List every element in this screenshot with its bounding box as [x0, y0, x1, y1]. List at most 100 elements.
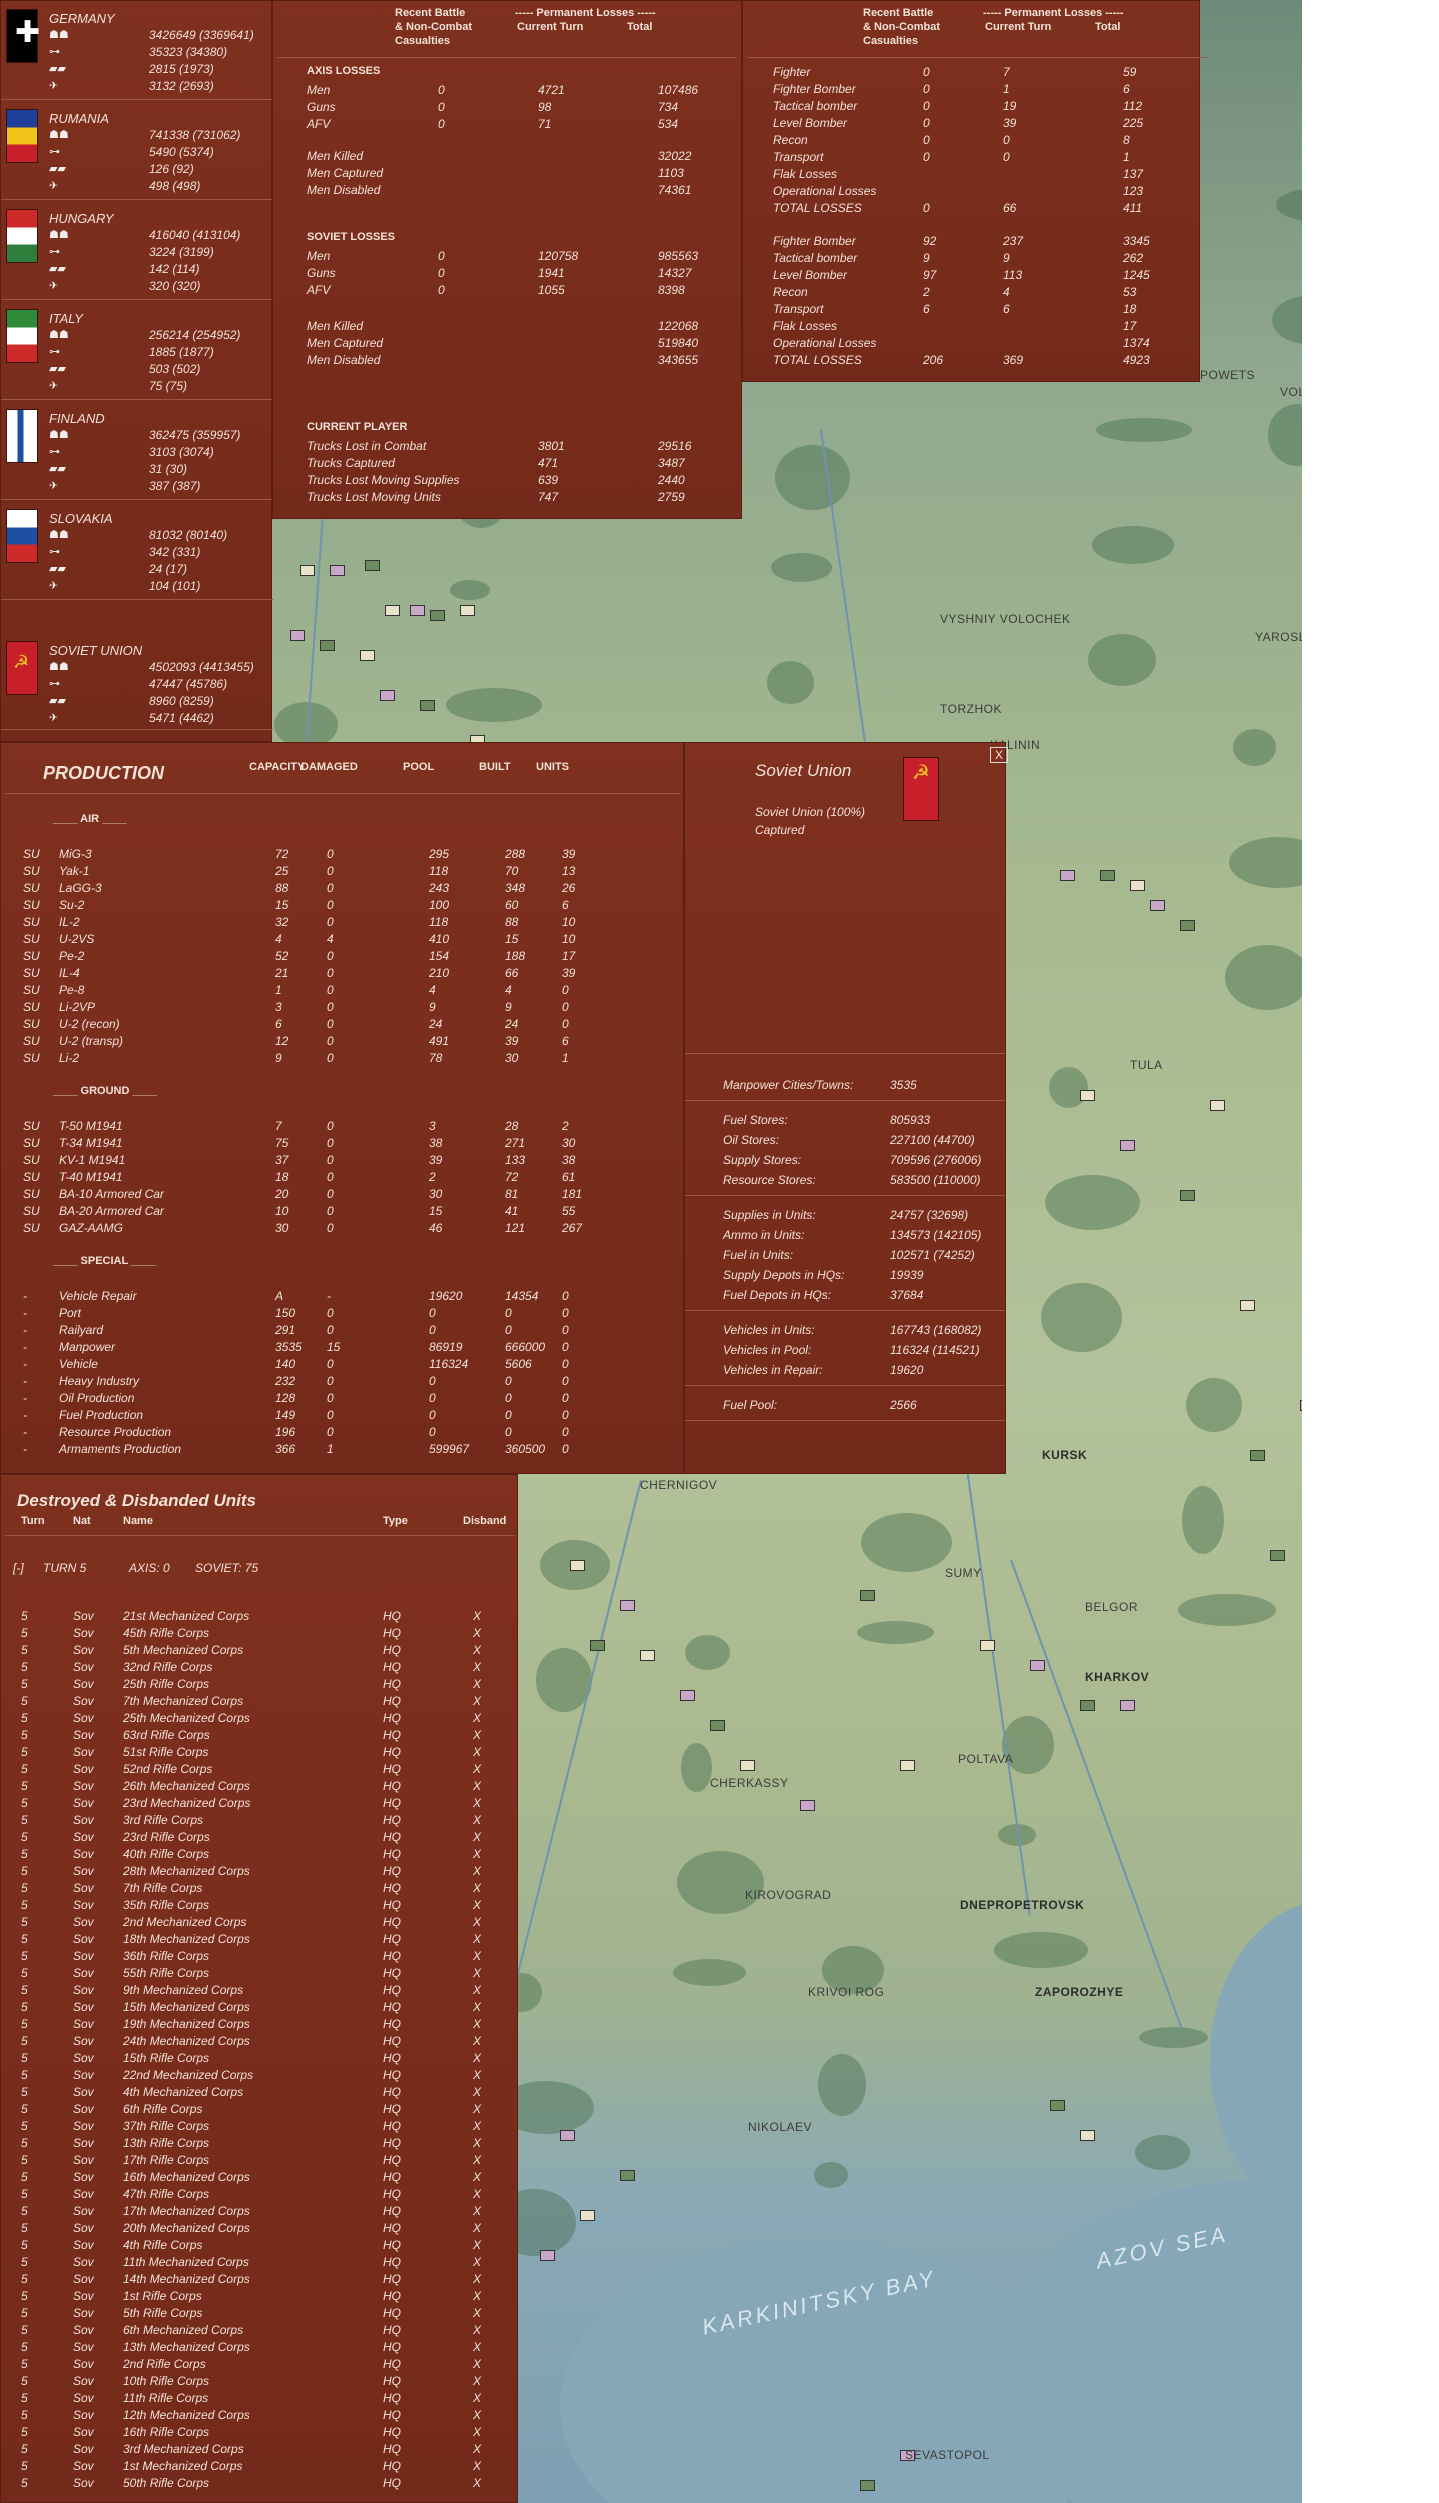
prod-value: 3 — [429, 1119, 436, 1133]
prod-value: 0 — [327, 1323, 334, 1337]
row-disband: X — [473, 1864, 482, 1878]
forest-area — [1186, 1378, 1242, 1432]
truck-loss-current: 747 — [538, 490, 559, 504]
row-disband: X — [473, 2017, 482, 2031]
unit-counter[interactable] — [1180, 1190, 1195, 1201]
row-type: HQ — [383, 2017, 401, 2031]
row-nation: Sov — [73, 1983, 94, 1997]
guns-icon: ⊶ — [49, 446, 60, 458]
unit-counter[interactable] — [860, 1590, 875, 1601]
prod-value: 0 — [505, 1374, 512, 1388]
unit-counter[interactable] — [680, 1690, 695, 1701]
prod-value: 295 — [429, 847, 450, 861]
unit-counter[interactable] — [360, 650, 375, 661]
unit-counter[interactable] — [365, 560, 380, 571]
row-unit-name: 19th Mechanized Corps — [123, 2017, 250, 2031]
unit-counter[interactable] — [560, 2130, 575, 2141]
row-disband: X — [473, 2357, 482, 2371]
unit-counter[interactable] — [640, 1650, 655, 1661]
prod-value: 0 — [327, 1425, 334, 1439]
prod-value: 55 — [562, 1204, 576, 1218]
prod-item-name: Pe-2 — [59, 949, 85, 963]
row-nation: Sov — [73, 1677, 94, 1691]
unit-counter[interactable] — [570, 1560, 585, 1571]
unit-counter[interactable] — [1080, 1090, 1095, 1101]
unit-counter[interactable] — [1130, 880, 1145, 891]
row-unit-name: 5th Mechanized Corps — [123, 1643, 244, 1657]
row-unit-name: 32nd Rifle Corps — [123, 1660, 213, 1674]
forest-area — [1268, 404, 1302, 466]
men-loss-label: Men Disabled — [307, 353, 381, 367]
unit-counter[interactable] — [460, 605, 475, 616]
prod-value: 9 — [505, 1000, 512, 1014]
unit-counter[interactable] — [710, 1720, 725, 1731]
prod-nation: - — [23, 1374, 27, 1388]
unit-counter[interactable] — [540, 2250, 555, 2261]
unit-counter[interactable] — [410, 605, 425, 616]
unit-counter[interactable] — [1300, 1400, 1302, 1411]
unit-counter[interactable] — [1150, 900, 1165, 911]
unit-counter[interactable] — [590, 1640, 605, 1651]
unit-counter[interactable] — [420, 700, 435, 711]
unit-counter[interactable] — [1080, 1700, 1095, 1711]
prod-value: 0 — [505, 1425, 512, 1439]
unit-counter[interactable] — [330, 565, 345, 576]
unit-counter[interactable] — [800, 1800, 815, 1811]
row-unit-name: 7th Rifle Corps — [123, 1881, 203, 1895]
unit-counter[interactable] — [1120, 1700, 1135, 1711]
forest-area — [1092, 526, 1174, 564]
unit-counter[interactable] — [1100, 870, 1115, 881]
stat-value: 24757 (32698) — [890, 1208, 969, 1222]
collapse-toggle[interactable]: [-] — [13, 1561, 24, 1575]
unit-counter[interactable] — [1210, 1100, 1225, 1111]
unit-counter[interactable] — [290, 630, 305, 641]
row-turn: 5 — [21, 2068, 28, 2082]
row-disband: X — [473, 2425, 482, 2439]
production-panel: PRODUCTION CAPACITY DAMAGED POOL BUILT UNITS _… — [0, 742, 684, 1474]
current-player-title: CURRENT PLAYER — [307, 421, 408, 433]
unit-counter[interactable] — [430, 610, 445, 621]
unit-counter[interactable] — [620, 1600, 635, 1611]
unit-counter[interactable] — [300, 565, 315, 576]
unit-counter[interactable] — [385, 605, 400, 616]
unit-counter[interactable] — [1080, 2130, 1095, 2141]
unit-counter[interactable] — [580, 2210, 595, 2221]
prod-value: 38 — [429, 1136, 443, 1150]
air-icon: ✈ — [49, 712, 59, 724]
row-turn: 5 — [21, 1949, 28, 1963]
air-loss-label: TOTAL LOSSES — [773, 353, 862, 367]
stat-value: 167743 (168082) — [890, 1323, 982, 1337]
prod-item-name: Pe-8 — [59, 983, 85, 997]
unit-counter[interactable] — [1050, 2100, 1065, 2111]
unit-counter[interactable] — [1060, 870, 1075, 881]
air-loss-recent: 0 — [923, 82, 930, 96]
unit-counter[interactable] — [860, 2480, 875, 2491]
stat-label: Resource Stores: — [723, 1173, 816, 1187]
prod-nation: SU — [23, 898, 40, 912]
men-loss-total: 74361 — [658, 183, 692, 197]
guns-icon: ⊶ — [49, 46, 60, 58]
prod-item-name: U-2 (transp) — [59, 1034, 124, 1048]
unit-counter[interactable] — [1030, 1660, 1045, 1671]
row-turn: 5 — [21, 2221, 28, 2235]
prod-nation: SU — [23, 966, 40, 980]
loss-label: AFV — [307, 283, 331, 297]
unit-counter[interactable] — [380, 690, 395, 701]
unit-counter[interactable] — [1120, 1140, 1135, 1151]
forest-area — [1272, 296, 1302, 344]
unit-counter[interactable] — [620, 2170, 635, 2181]
prod-value: 61 — [562, 1170, 576, 1184]
unit-counter[interactable] — [1270, 1550, 1285, 1561]
prod-value: 25 — [275, 864, 289, 878]
unit-counter[interactable] — [1180, 920, 1195, 931]
unit-counter[interactable] — [1240, 1300, 1255, 1311]
unit-counter[interactable] — [900, 1760, 915, 1771]
row-disband: X — [473, 2459, 482, 2473]
truck-loss-total: 2440 — [658, 473, 685, 487]
unit-counter[interactable] — [1250, 1450, 1265, 1461]
unit-counter[interactable] — [740, 1760, 755, 1771]
unit-counter[interactable] — [980, 1640, 995, 1651]
unit-counter[interactable] — [320, 640, 335, 651]
close-button[interactable]: X — [990, 747, 1009, 763]
row-turn: 5 — [21, 1796, 28, 1810]
